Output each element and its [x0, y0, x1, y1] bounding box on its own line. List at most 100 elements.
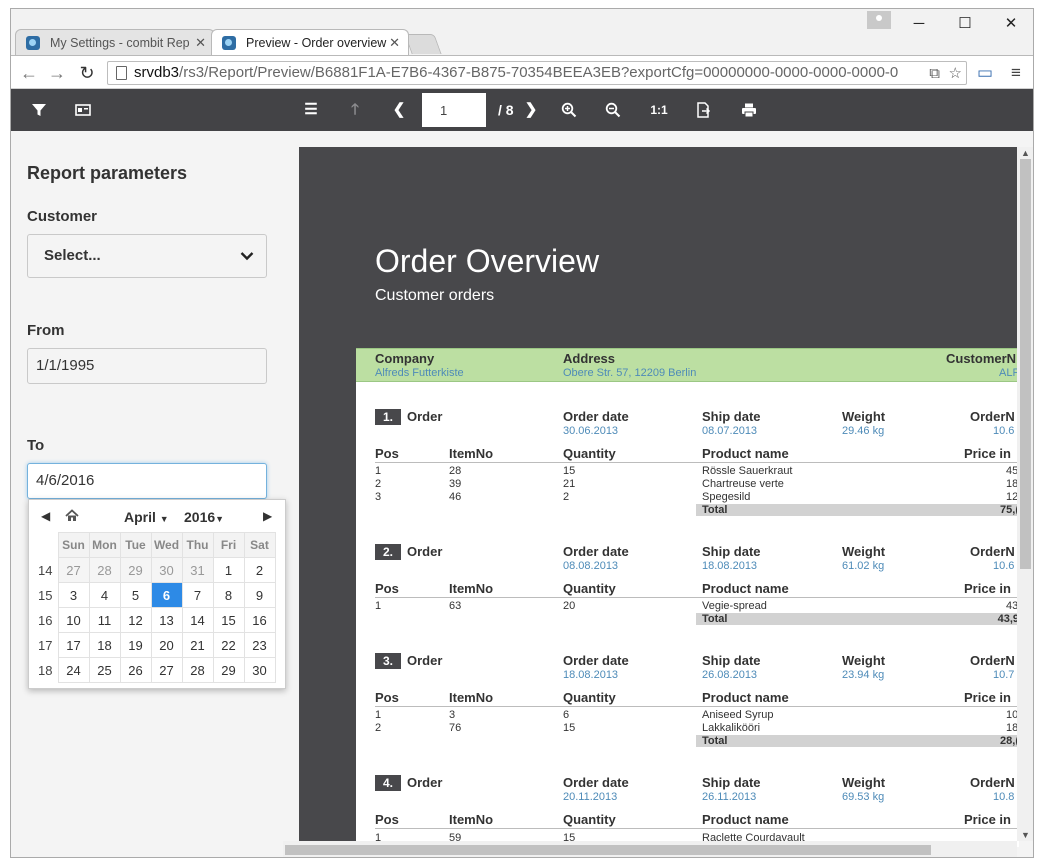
- calendar-day[interactable]: 18: [88, 632, 121, 658]
- calendar-day[interactable]: 13: [150, 607, 183, 633]
- calendar-day[interactable]: 10: [57, 607, 90, 633]
- previous-month-icon[interactable]: ◀: [41, 509, 50, 523]
- bookmark-star-icon[interactable]: ☆: [949, 63, 962, 84]
- calendar-day[interactable]: 30: [150, 557, 183, 583]
- scroll-thumb[interactable]: [1020, 159, 1031, 569]
- calendar-day[interactable]: 27: [57, 557, 90, 583]
- page-number-input[interactable]: [422, 93, 486, 127]
- from-date-field[interactable]: 1/1/1995: [27, 348, 267, 384]
- calendar-day[interactable]: 24: [57, 657, 90, 683]
- calendar-day[interactable]: 14: [181, 607, 214, 633]
- calendar-day[interactable]: 28: [181, 657, 214, 683]
- next-month-icon[interactable]: ▶: [263, 509, 272, 523]
- back-arrow-icon[interactable]: ←: [17, 62, 41, 84]
- report-page: Order Overview Customer orders Company A…: [299, 147, 1019, 847]
- vertical-scrollbar[interactable]: ▲ ▼: [1017, 147, 1033, 841]
- calendar-day[interactable]: 28: [88, 557, 121, 583]
- calendar-day[interactable]: 9: [243, 582, 276, 608]
- page-icon: [116, 66, 127, 80]
- calendar-day[interactable]: 16: [243, 607, 276, 633]
- month-dropdown[interactable]: April ▼: [124, 509, 169, 525]
- calendar-day[interactable]: 29: [119, 557, 152, 583]
- close-icon[interactable]: ✕: [195, 30, 206, 55]
- customer-select[interactable]: Select...: [27, 234, 267, 278]
- calendar-day[interactable]: 23: [243, 632, 276, 658]
- close-window-icon[interactable]: ✕: [991, 13, 1031, 35]
- ship-date: 08.07.2013: [702, 425, 758, 437]
- menu-icon[interactable]: ≡: [1011, 62, 1021, 84]
- toggle-panel-icon[interactable]: [67, 89, 99, 131]
- date-picker: ◀ April ▼ 2016▼ ▶ Sun Mon Tue Wed Thu Fr…: [28, 499, 286, 689]
- report-preview-area[interactable]: Order Overview Customer orders Company A…: [297, 131, 1033, 857]
- translate-icon[interactable]: ⧉: [929, 63, 940, 84]
- calendar-day[interactable]: 7: [181, 582, 214, 608]
- tab-my-settings[interactable]: My Settings - combit Rep ✕: [15, 29, 215, 55]
- calendar-day[interactable]: 8: [212, 582, 245, 608]
- maximize-icon[interactable]: ☐: [945, 13, 985, 35]
- calendar-day[interactable]: 5: [119, 582, 152, 608]
- calendar-day[interactable]: 2: [243, 557, 276, 583]
- address-bar[interactable]: srvdb3/rs3/Report/Preview/B6881F1A-E7B6-…: [107, 61, 967, 85]
- item-no-header: ItemNo: [449, 690, 494, 705]
- calendar-day[interactable]: 30: [243, 657, 276, 683]
- print-icon[interactable]: [733, 89, 765, 131]
- order-date: 20.11.2013: [563, 791, 618, 803]
- viewer-toolbar: ☰ 🡑 ❮ / 8 ❯ 1:1: [11, 89, 1033, 131]
- zoom-out-icon[interactable]: [597, 89, 629, 131]
- calendar-day[interactable]: 4: [88, 582, 121, 608]
- calendar-day[interactable]: 21: [181, 632, 214, 658]
- browser-toolbar: ← → ↻ srvdb3/rs3/Report/Preview/B6881F1A…: [11, 55, 1033, 89]
- weight: 69.53 kg: [842, 791, 885, 803]
- order-no-header: OrderN: [970, 409, 1015, 424]
- forward-arrow-icon[interactable]: →: [45, 62, 69, 84]
- calendar-day[interactable]: 19: [119, 632, 152, 658]
- report-server-favicon-icon: [26, 36, 40, 50]
- order-no-header: OrderN: [970, 544, 1015, 559]
- next-page-chevron-icon[interactable]: ❯: [515, 89, 547, 131]
- year-dropdown[interactable]: 2016▼: [184, 509, 224, 525]
- calendar-day[interactable]: 22: [212, 632, 245, 658]
- calendar-day[interactable]: 15: [212, 607, 245, 633]
- calendar-day[interactable]: 20: [150, 632, 183, 658]
- table-of-contents-icon[interactable]: ☰: [295, 89, 327, 131]
- cast-icon[interactable]: ▭: [977, 62, 993, 84]
- previous-page-chevron-icon[interactable]: ❮: [383, 89, 415, 131]
- order-total-row: Total 28,(: [696, 735, 1019, 747]
- to-date-field[interactable]: 4/6/2016: [27, 463, 267, 499]
- week-row: 18 24 25 26 27 28 29 30: [33, 657, 276, 683]
- horizontal-scrollbar[interactable]: [283, 841, 1017, 857]
- new-tab-button[interactable]: [404, 34, 442, 54]
- first-page-up-arrow-icon[interactable]: 🡑: [339, 89, 371, 131]
- scroll-down-icon[interactable]: ▼: [1021, 830, 1030, 840]
- filter-icon[interactable]: [23, 89, 55, 131]
- scroll-thumb[interactable]: [285, 845, 931, 855]
- actual-size-button[interactable]: 1:1: [643, 89, 675, 131]
- calendar-day[interactable]: 12: [119, 607, 152, 633]
- calendar-day[interactable]: 17: [57, 632, 90, 658]
- reload-icon[interactable]: ↻: [75, 62, 99, 84]
- calendar-day[interactable]: 26: [119, 657, 152, 683]
- scroll-up-icon[interactable]: ▲: [1021, 148, 1030, 158]
- pos-header: Pos: [375, 690, 399, 705]
- price-header: Price in: [964, 446, 1011, 461]
- calendar-day-selected[interactable]: 6: [150, 582, 183, 608]
- close-icon[interactable]: ✕: [389, 30, 400, 55]
- calendar-grid: Sun Mon Tue Wed Thu Fri Sat 14 27 28 29 …: [33, 532, 276, 683]
- home-today-icon[interactable]: [65, 509, 79, 525]
- calendar-day[interactable]: 29: [212, 657, 245, 683]
- export-icon[interactable]: [687, 89, 719, 131]
- calendar-day[interactable]: 11: [88, 607, 121, 633]
- tab-preview-order-overview[interactable]: Preview - Order overview ✕: [211, 29, 409, 55]
- order-total-row: Total 75,(: [696, 504, 1019, 516]
- order-no-header: OrderN: [970, 653, 1015, 668]
- total-value: 43,9: [997, 613, 1019, 625]
- calendar-day[interactable]: 1: [212, 557, 245, 583]
- calendar-day[interactable]: 31: [181, 557, 214, 583]
- calendar-day[interactable]: 27: [150, 657, 183, 683]
- calendar-day[interactable]: 25: [88, 657, 121, 683]
- calendar-day[interactable]: 3: [57, 582, 90, 608]
- zoom-in-icon[interactable]: [553, 89, 585, 131]
- product-header: Product name: [702, 581, 789, 596]
- minimize-icon[interactable]: ─: [899, 13, 939, 35]
- profile-icon[interactable]: [867, 11, 891, 29]
